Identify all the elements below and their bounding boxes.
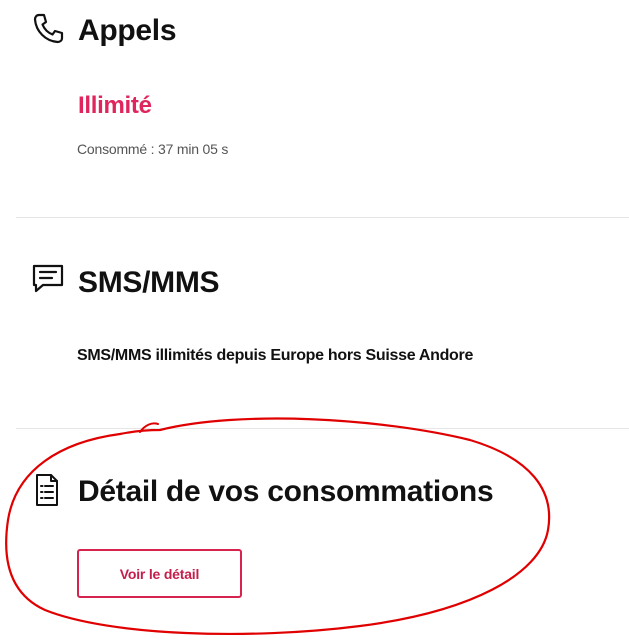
sms-title: SMS/MMS <box>78 266 220 299</box>
calls-consumed: Consommé : 37 min 05 s <box>77 141 229 157</box>
view-detail-button[interactable]: Voir le détail <box>77 549 242 598</box>
document-list-icon <box>30 472 62 508</box>
sms-section: SMS/MMS SMS/MMS illimités depuis Europe … <box>0 218 629 428</box>
calls-title: Appels <box>78 14 177 47</box>
calls-section: Appels Illimité Consommé : 37 min 05 s <box>0 0 629 217</box>
sms-description: SMS/MMS illimités depuis Europe hors Sui… <box>77 347 474 364</box>
detail-title: Détail de vos consommations <box>78 475 494 508</box>
detail-section: Détail de vos consommations Voir le déta… <box>0 429 629 641</box>
phone-icon <box>30 11 66 47</box>
calls-status: Illimité <box>78 92 152 119</box>
message-icon <box>30 261 66 297</box>
